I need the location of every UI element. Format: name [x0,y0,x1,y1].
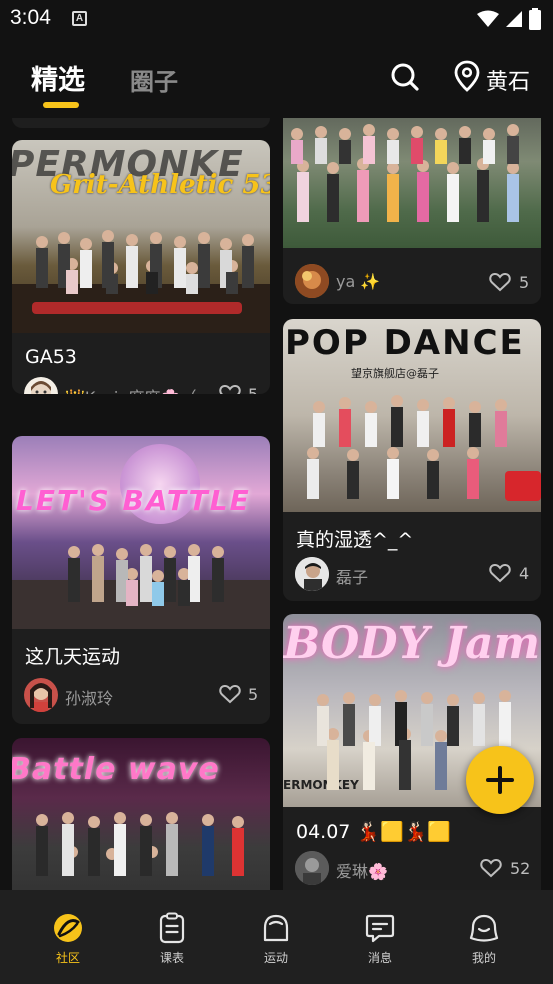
tab-circle[interactable]: 圈子 [130,62,178,97]
post-title[interactable]: 真的湿透^_^ [296,525,413,552]
post-title[interactable]: 04.07 💃🏻🟨💃🏻🟨 [296,820,451,843]
nav-item-schedule[interactable]: 课表 [142,912,202,966]
feed-card[interactable]: LET'S BATTLE 这几天运动 孙淑玲 5 [12,436,270,724]
heart-icon[interactable] [489,563,511,583]
avatar[interactable] [24,377,58,394]
photo-subcaption: 望京旗舰店@磊子 [351,367,439,380]
nav-label: 课表 [159,951,184,965]
avatar-photo-icon [295,264,329,298]
photo-caption: POP DANCE [285,323,525,363]
nav-item-community[interactable]: 社区 [38,912,98,966]
nav-label: 消息 [367,951,392,965]
avatar[interactable] [295,851,329,885]
heart-icon[interactable] [480,858,502,878]
post-photo[interactable]: PERMONKE Grit-Athletic 53 [12,140,270,333]
like-count: 5 [248,685,259,704]
wifi-icon [477,10,499,27]
heart-icon[interactable] [489,272,511,292]
photo-caption: Battle wave [12,752,220,787]
feed-card[interactable]: ya ✨ 5 [283,118,541,304]
feed-card[interactable]: PERMONKE Grit-Athletic 53 GA53 [12,140,270,394]
nav-item-profile[interactable]: 我的 [454,912,514,966]
avatar[interactable] [24,678,58,712]
battery-icon [529,8,541,30]
post-title[interactable]: GA53 [25,346,77,368]
like-count: 5 [248,385,258,394]
group-photo-people [36,812,244,876]
location-pin-icon[interactable] [454,60,480,92]
status-time: 3:04 [10,6,51,29]
like-count: 52 [510,859,531,878]
bottom-navigation: 社区 课表 运动 消息 我的 [0,890,553,984]
avatar-cartoon-icon [31,381,51,394]
avatar-photo-icon [30,683,52,712]
post-photo[interactable]: LET'S BATTLE [12,436,270,629]
like-count: 5 [519,273,530,292]
group-photo-people [12,544,270,629]
feed-card-previous[interactable] [12,118,270,128]
group-photo-people [307,395,541,501]
photo-caption: BODY Jam [283,618,541,669]
nav-label: 社区 [55,951,80,965]
avatar[interactable] [295,557,329,591]
like-count: 4 [519,564,530,583]
active-tab-indicator [43,102,79,108]
heart-icon[interactable] [219,684,241,704]
photo-caption: Grit-Athletic 53 [50,170,270,200]
post-photo[interactable] [283,118,541,248]
photo-caption: LET'S BATTLE [16,484,251,517]
author-name[interactable]: 👑Kevin麻麻🌸（… [65,384,210,394]
author-name[interactable]: 爱琳🌸 [336,858,476,882]
plus-icon [486,766,514,794]
nav-label: 我的 [471,951,496,965]
feed-card[interactable]: Battle wave [12,738,270,890]
search-icon[interactable] [390,62,420,92]
post-photo[interactable]: Battle wave [12,738,270,890]
author-name[interactable]: 磊子 [336,564,476,588]
nav-item-sport[interactable]: 运动 [246,912,306,966]
avatar-photo-icon [295,851,329,885]
author-name[interactable]: ya ✨ [336,272,476,291]
create-post-button[interactable] [466,746,534,814]
status-bar: 3:04 A [0,0,553,40]
nav-item-messages[interactable]: 消息 [350,912,410,966]
community-icon [54,914,82,942]
location-label[interactable]: 黄石 [486,64,530,96]
tab-featured[interactable]: 精选 [31,58,85,97]
avatar[interactable] [295,264,329,298]
schedule-icon [159,912,185,944]
author-name[interactable]: 孙淑玲 [65,685,205,709]
signal-icon [506,11,522,27]
post-photo[interactable]: POP DANCE 望京旗舰店@磊子 [283,319,541,512]
sport-icon [263,914,289,942]
avatar-photo-icon [295,557,329,591]
notification-icon: A [72,11,87,26]
heart-icon[interactable] [219,384,241,394]
group-photo-people [291,124,519,222]
message-icon [365,914,395,943]
top-header: 精选 圈子 黄石 [0,40,553,118]
post-title[interactable]: 这几天运动 [25,642,120,669]
group-photo-people [12,230,270,333]
feed-card[interactable]: POP DANCE 望京旗舰店@磊子 真的湿透^_^ 磊子 4 [283,319,541,601]
nav-label: 运动 [263,951,288,965]
status-icons [477,8,541,30]
profile-icon [469,914,499,942]
